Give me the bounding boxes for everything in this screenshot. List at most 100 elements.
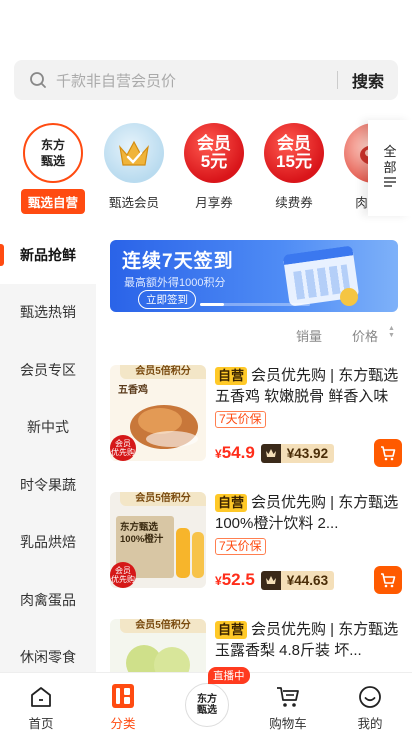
sidebar-item-meat-eggs[interactable]: 肉禽蛋品: [0, 571, 96, 629]
currency-symbol: ¥: [215, 574, 222, 588]
nav-mine[interactable]: 我的: [329, 673, 411, 732]
vip-price-value: ¥43.92: [280, 443, 335, 463]
vip-priority-badge: 会员 优先购: [110, 435, 136, 461]
category-sidebar: 新品抢鲜 甄选热销 会员专区 新中式 时令果蔬 乳品烘焙 肉禽蛋品 休闲零食: [0, 226, 96, 672]
category-strip: 东方 甄选 甄选自营 甄选会员 会员 5元 月享券 会员 15元 续费券 全 部: [0, 120, 412, 216]
product-card[interactable]: 会员5倍积分 自营 会员优先购 | 东方甄选玉露香梨 4.8斤装 坏...: [110, 619, 402, 672]
sidebar-item-hot[interactable]: 甄选热销: [0, 284, 96, 342]
category-item-renew-coupon[interactable]: 会员 15元 续费券: [258, 120, 330, 211]
coupon-line1: 会员: [277, 134, 311, 154]
search-icon: [20, 60, 56, 100]
product-info: 自营 会员优先购 | 东方甄选100%橙汁饮料 2... 7天价保 ¥52.5 ¥…: [215, 492, 402, 590]
sort-by-price[interactable]: 价格: [352, 326, 378, 345]
cart-icon: [381, 446, 396, 461]
category-icon: [82, 673, 164, 709]
crown-icon: [260, 570, 281, 590]
vip-price: ¥43.92: [260, 443, 335, 463]
category-label: 甄选自营: [21, 189, 85, 214]
vip-priority-badge: 会员 优先购: [110, 562, 136, 588]
sidebar-item-fruits-veg[interactable]: 时令果蔬: [0, 456, 96, 514]
product-info: 自营 会员优先购 | 东方甄选玉露香梨 4.8斤装 坏...: [215, 619, 402, 661]
coupon-line2: 15元: [276, 152, 312, 171]
vip-crown-icon: [104, 123, 164, 183]
banner-indicator: [200, 303, 310, 306]
search-button[interactable]: 搜索: [352, 68, 384, 92]
add-to-cart-button[interactable]: [374, 566, 402, 594]
product-panel: 连续7天签到 最高额外得1000积分 立即签到 销量 价格 ▲ ▼ 会员5倍积分 …: [96, 226, 412, 672]
self-operated-tag: 自营: [215, 621, 248, 639]
nav-mine-label: 我的: [357, 717, 383, 731]
home-icon: [0, 673, 82, 709]
category-label: 续费券: [275, 196, 313, 210]
self-operated-tag: 自营: [215, 367, 248, 385]
live-badge: 直播中: [208, 667, 250, 684]
category-label: 甄选会员: [108, 196, 159, 210]
sort-by-sales[interactable]: 销量: [296, 326, 322, 345]
category-item-monthly-coupon[interactable]: 会员 5元 月享券: [178, 120, 250, 211]
vip-price: ¥44.63: [260, 570, 335, 590]
banner-subtitle: 最高额外得1000积分: [124, 277, 226, 289]
price-value: 52.5: [221, 570, 255, 589]
bottom-nav: 首页 分类 直播中 东方甄选 购物车 我的: [0, 667, 412, 732]
sort-row: 销量 价格 ▲ ▼: [96, 322, 412, 346]
checkin-banner[interactable]: 连续7天签到 最高额外得1000积分 立即签到: [110, 240, 398, 312]
product-image: 会员5倍积分 东方甄选100%橙汁 会员 优先购: [110, 492, 206, 588]
banner-title: 连续7天签到: [122, 251, 234, 272]
live-button[interactable]: 东方甄选: [185, 683, 229, 727]
product-price: ¥54.9: [215, 443, 255, 463]
vip-badge-line1: 会员: [115, 439, 131, 448]
search-input[interactable]: 千款非自营会员价: [56, 70, 337, 91]
sidebar-item-new-chinese[interactable]: 新中式: [0, 399, 96, 457]
coupon-line2: 5元: [200, 152, 228, 171]
self-operated-tag: 自营: [215, 494, 248, 512]
product-card[interactable]: 会员5倍积分 五香鸡 会员 优先购 自营 会员优先购 | 东方甄选五香鸡 软嫩脱骨 …: [110, 365, 402, 481]
coupon-line1: 会员: [197, 134, 231, 154]
vip-badge-line2: 优先购: [111, 448, 135, 457]
page: 千款非自营会员价 搜索 东方 甄选 甄选自营 甄选会员 会员 5元 月享券 会员…: [0, 0, 412, 732]
price-protect-tag: 7天价保: [215, 411, 266, 428]
product-price: ¥52.5: [215, 570, 255, 590]
nav-home-label: 首页: [28, 717, 54, 731]
search-divider: [336, 71, 338, 89]
product-title: 自营 会员优先购 | 东方甄选玉露香梨 4.8斤装 坏...: [215, 619, 402, 661]
sidebar-item-vip-zone[interactable]: 会员专区: [0, 341, 96, 399]
nav-home[interactable]: 首页: [0, 673, 82, 732]
category-item-vip[interactable]: 甄选会员: [98, 120, 170, 211]
coin-icon: [340, 288, 358, 306]
category-item-zixuan[interactable]: 东方 甄选 甄选自营: [17, 120, 89, 214]
all-categories-line1: 全: [383, 143, 397, 159]
nav-cart-label: 购物车: [269, 717, 307, 731]
product-title: 自营 会员优先购 | 东方甄选100%橙汁饮料 2...: [215, 492, 402, 534]
product-info: 自营 会员优先购 | 东方甄选五香鸡 软嫩脱骨 鲜香入味 7天价保 ¥54.9 ¥…: [215, 365, 402, 463]
product-title: 自营 会员优先购 | 东方甄选五香鸡 软嫩脱骨 鲜香入味: [215, 365, 402, 407]
cart-icon: [381, 573, 396, 588]
category-label: 月享券: [195, 196, 233, 210]
banner-checkin-button[interactable]: 立即签到: [138, 290, 196, 309]
price-protect-tag: 7天价保: [215, 538, 266, 555]
currency-symbol: ¥: [215, 447, 222, 461]
nav-category[interactable]: 分类: [82, 673, 164, 732]
svg-text:甄选: 甄选: [41, 153, 65, 168]
vip-price-value: ¥44.63: [280, 570, 335, 590]
crown-icon: [260, 443, 281, 463]
coupon-icon: 会员 5元: [184, 123, 244, 183]
sidebar-item-snacks[interactable]: 休闲零食: [0, 629, 96, 673]
nav-category-label: 分类: [110, 717, 136, 731]
live-logo-text: 东方甄选: [197, 694, 217, 716]
product-image: 会员5倍积分 五香鸡 会员 优先购: [110, 365, 206, 461]
sidebar-item-dairy-bakery[interactable]: 乳品烘焙: [0, 514, 96, 572]
sidebar-item-new[interactable]: 新品抢鲜: [0, 226, 96, 284]
search-bar[interactable]: 千款非自营会员价 搜索: [14, 60, 398, 100]
add-to-cart-button[interactable]: [374, 439, 402, 467]
menu-icon: [383, 176, 397, 192]
smile-icon: [329, 673, 411, 709]
nav-cart[interactable]: 购物车: [247, 673, 329, 732]
all-categories-button[interactable]: 全 部: [368, 120, 412, 216]
sort-arrows-icon: ▲ ▼: [388, 325, 395, 339]
coupon-icon: 会员 15元: [264, 123, 324, 183]
product-image-label: 东方甄选100%橙汁: [120, 522, 164, 545]
product-card[interactable]: 会员5倍积分 东方甄选100%橙汁 会员 优先购 自营 会员优先购 | 东方甄选10…: [110, 492, 402, 608]
all-categories-line2: 部: [383, 159, 397, 175]
price-value: 54.9: [221, 443, 255, 462]
vip-badge-line2: 优先购: [111, 575, 135, 584]
